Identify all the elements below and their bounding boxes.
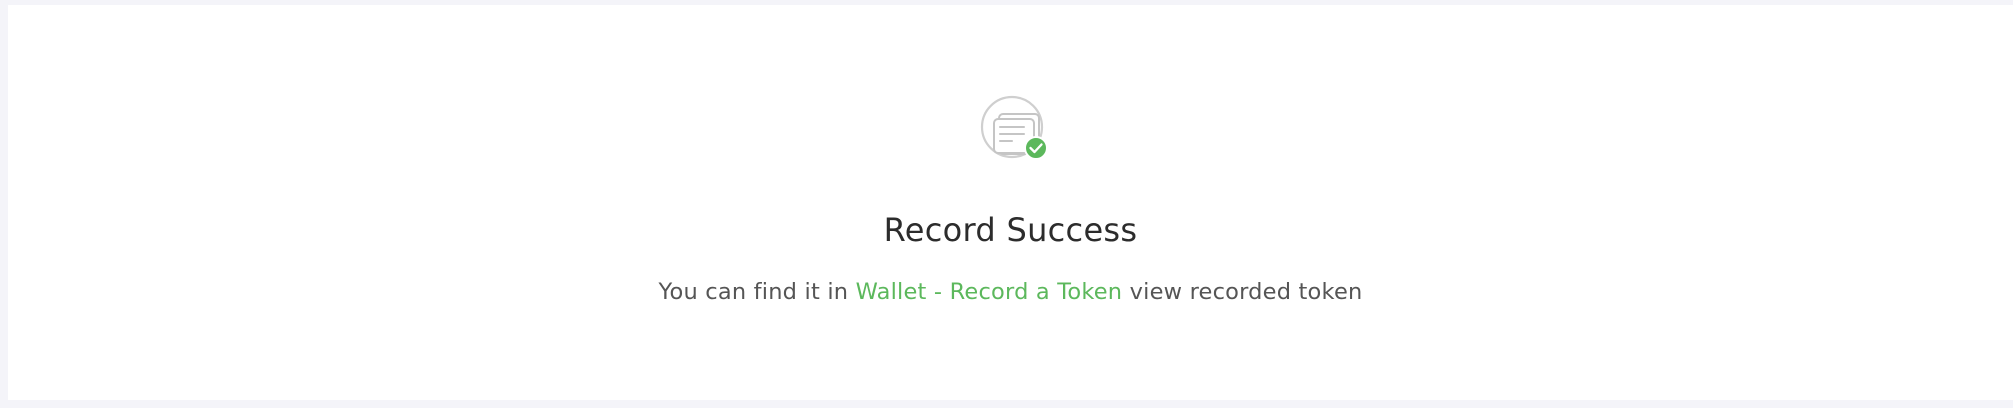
success-card xyxy=(8,5,2013,400)
wallet-link[interactable]: Wallet xyxy=(856,279,927,305)
link-separator: - xyxy=(926,279,950,305)
success-message: You can find it in Wallet - Record a Tok… xyxy=(0,276,2013,308)
page-background: Record Success You can find it in Wallet… xyxy=(0,0,2013,408)
message-prefix: You can find it in xyxy=(658,279,856,305)
page-title: Record Success xyxy=(883,211,1138,249)
check-icon xyxy=(1024,136,1048,160)
record-token-link[interactable]: Record a Token xyxy=(950,279,1123,305)
document-success-icon xyxy=(980,95,1048,162)
message-suffix: view recorded token xyxy=(1122,279,1363,305)
